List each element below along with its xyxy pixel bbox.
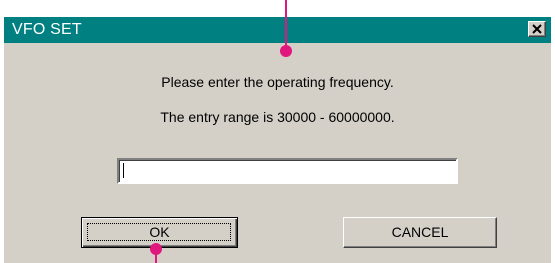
cancel-button[interactable]: CANCEL [343, 217, 497, 248]
vfo-set-dialog: VFO SET Please enter the operating frequ… [4, 17, 551, 263]
entry-range-text: The entry range is 30000 - 60000000. [160, 109, 395, 125]
ok-button-label: OK [149, 224, 170, 240]
text-caret [123, 163, 124, 178]
instruction-text: Please enter the operating frequency. [161, 74, 394, 90]
close-button[interactable] [528, 21, 546, 37]
frequency-input[interactable] [117, 158, 458, 184]
window-title: VFO SET [12, 21, 82, 38]
callout-dot-top [280, 45, 292, 57]
callout-line-bottom [155, 249, 157, 263]
callout-line-top [285, 0, 287, 50]
close-x-icon [532, 24, 542, 34]
title-bar[interactable]: VFO SET [4, 17, 551, 43]
